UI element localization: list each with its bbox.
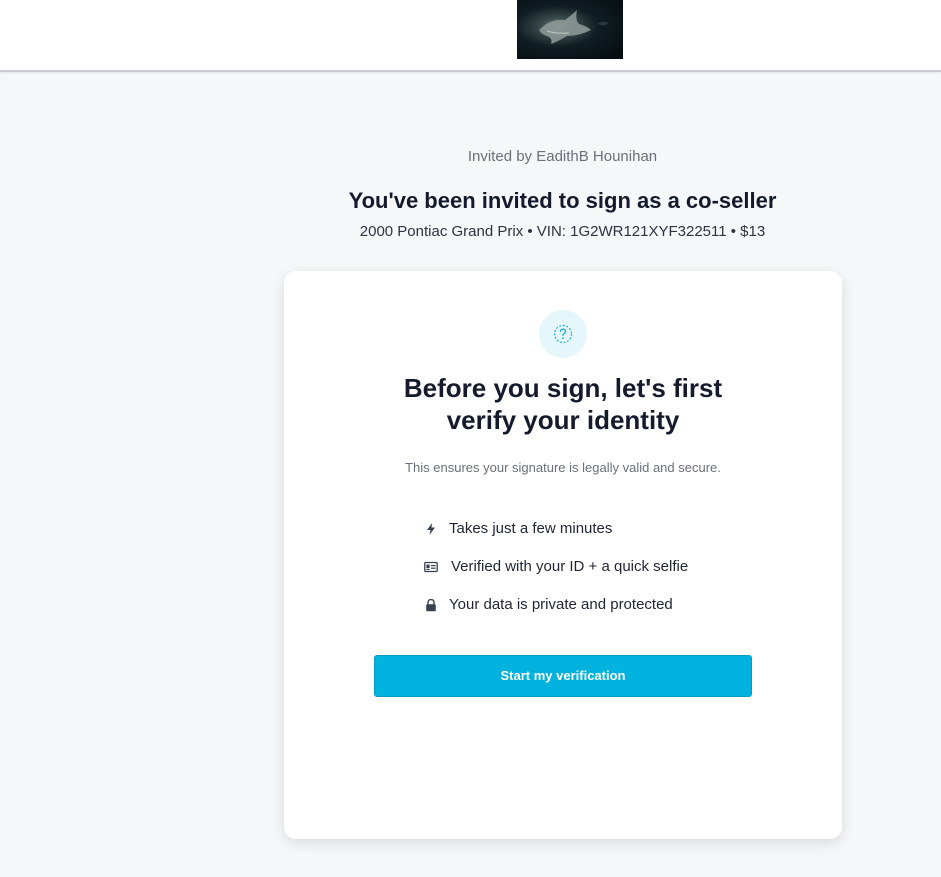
help-badge [539,310,587,358]
question-circle-icon [553,324,573,344]
vehicle-details: 2000 Pontiac Grand Prix • VIN: 1G2WR121X… [359,223,766,240]
id-card-icon [424,561,438,573]
invited-by-text: Invited by EadithB Hounihan [467,148,658,165]
card-title: Before you sign, let's first verify your… [284,372,842,436]
feature-item-privacy: Your data is private and protected [424,595,804,615]
top-bar [0,0,941,72]
feature-item-id: Verified with your ID + a quick selfie [424,557,804,577]
feature-text: Takes just a few minutes [449,520,613,537]
feature-text: Verified with your ID + a quick selfie [451,558,689,575]
invitation-headline: You've been invited to sign as a co-sell… [348,188,777,213]
feature-text: Your data is private and protected [449,596,673,613]
lock-icon [426,598,436,612]
feature-item-speed: Takes just a few minutes [424,519,804,539]
start-verification-button[interactable]: Start my verification [374,655,752,697]
card-title-line-1: Before you sign, let's first [403,373,723,403]
verification-card: Before you sign, let's first verify your… [284,271,842,839]
card-subtitle: This ensures your signature is legally v… [405,460,721,475]
shark-photo-logo[interactable] [517,0,623,59]
lightning-icon [427,523,435,535]
card-title-line-2: verify your identity [446,405,680,435]
